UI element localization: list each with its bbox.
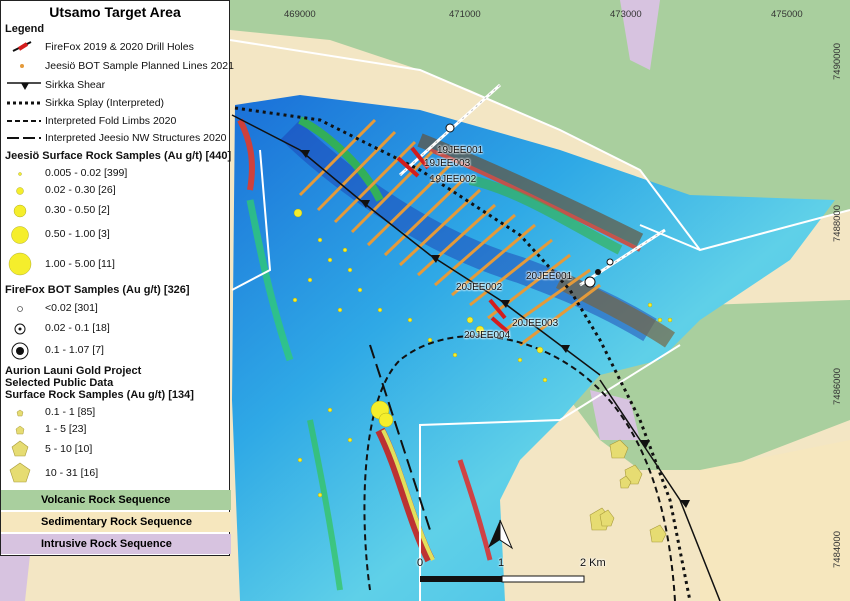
easting-label: 473000 — [610, 9, 642, 20]
easting-label: 469000 — [284, 9, 316, 20]
map-figure: 469000 471000 473000 475000 7490000 7488… — [0, 0, 850, 601]
legend-heading: Legend — [5, 23, 45, 35]
pentagon-icon — [9, 462, 31, 483]
drill-hole-label: 19JEE001 — [437, 145, 484, 156]
thrust-line-icon — [7, 82, 41, 90]
orange-line-icon — [20, 64, 24, 68]
aurion-subheading: Selected Public Data — [5, 377, 114, 389]
dotted-line-icon — [7, 101, 41, 105]
white-dot-icon — [17, 306, 23, 312]
northing-label: 7488000 — [832, 205, 843, 242]
northing-label: 7490000 — [832, 43, 843, 80]
drill-hole-label: 20JEE004 — [464, 330, 511, 341]
drill-hole-label: 20JEE001 — [526, 271, 573, 282]
scale-label: 2 Km — [580, 557, 606, 569]
jeesio-heading: Jeesiö Surface Rock Samples (Au g/t) [44… — [5, 150, 232, 162]
map-title: Utsamo Target Area — [49, 4, 181, 20]
scale-label: 1 — [498, 557, 505, 569]
intrusive-legend-band: Intrusive Rock Sequence — [1, 534, 231, 554]
easting-label: 471000 — [449, 9, 481, 20]
aurion-samples-heading: Surface Rock Samples (Au g/t) [134] — [5, 389, 194, 401]
northing-label: 7486000 — [832, 368, 843, 405]
sedimentary-legend-band: Sedimentary Rock Sequence — [1, 512, 231, 532]
scale-label: 0 — [417, 557, 424, 569]
yellow-dot-icon — [16, 187, 24, 195]
yellow-dot-icon — [13, 204, 27, 218]
yellow-dot-icon — [18, 172, 22, 176]
drill-hole-label: 19JEE002 — [430, 174, 477, 185]
volcanic-legend-band: Volcanic Rock Sequence — [1, 490, 231, 510]
dashed-line-icon — [7, 120, 41, 122]
pentagon-icon — [16, 409, 24, 417]
pentagon-icon — [11, 440, 29, 457]
long-dash-line-icon — [7, 137, 41, 139]
legend-panel: Utsamo Target Area Legend FireFox 2019 &… — [0, 0, 234, 556]
intrusive-area-sw — [0, 555, 30, 601]
white-dot-icon — [11, 342, 29, 360]
yellow-dot-icon — [8, 252, 32, 276]
drill-hole-label: 20JEE002 — [456, 282, 503, 293]
white-dot-icon — [14, 323, 26, 335]
easting-label: 475000 — [771, 9, 803, 20]
drill-hole-icon — [12, 41, 32, 52]
northing-label: 7484000 — [832, 531, 843, 568]
scale-bar — [420, 575, 585, 583]
pentagon-icon — [15, 425, 25, 435]
firefox-heading: FireFox BOT Samples (Au g/t) [326] — [5, 284, 190, 296]
aurion-heading: Aurion Launi Gold Project — [5, 365, 142, 377]
drill-hole-label: 20JEE003 — [512, 318, 559, 329]
drill-hole-label: 19JEE003 — [424, 158, 471, 169]
yellow-dot-icon — [11, 226, 29, 244]
